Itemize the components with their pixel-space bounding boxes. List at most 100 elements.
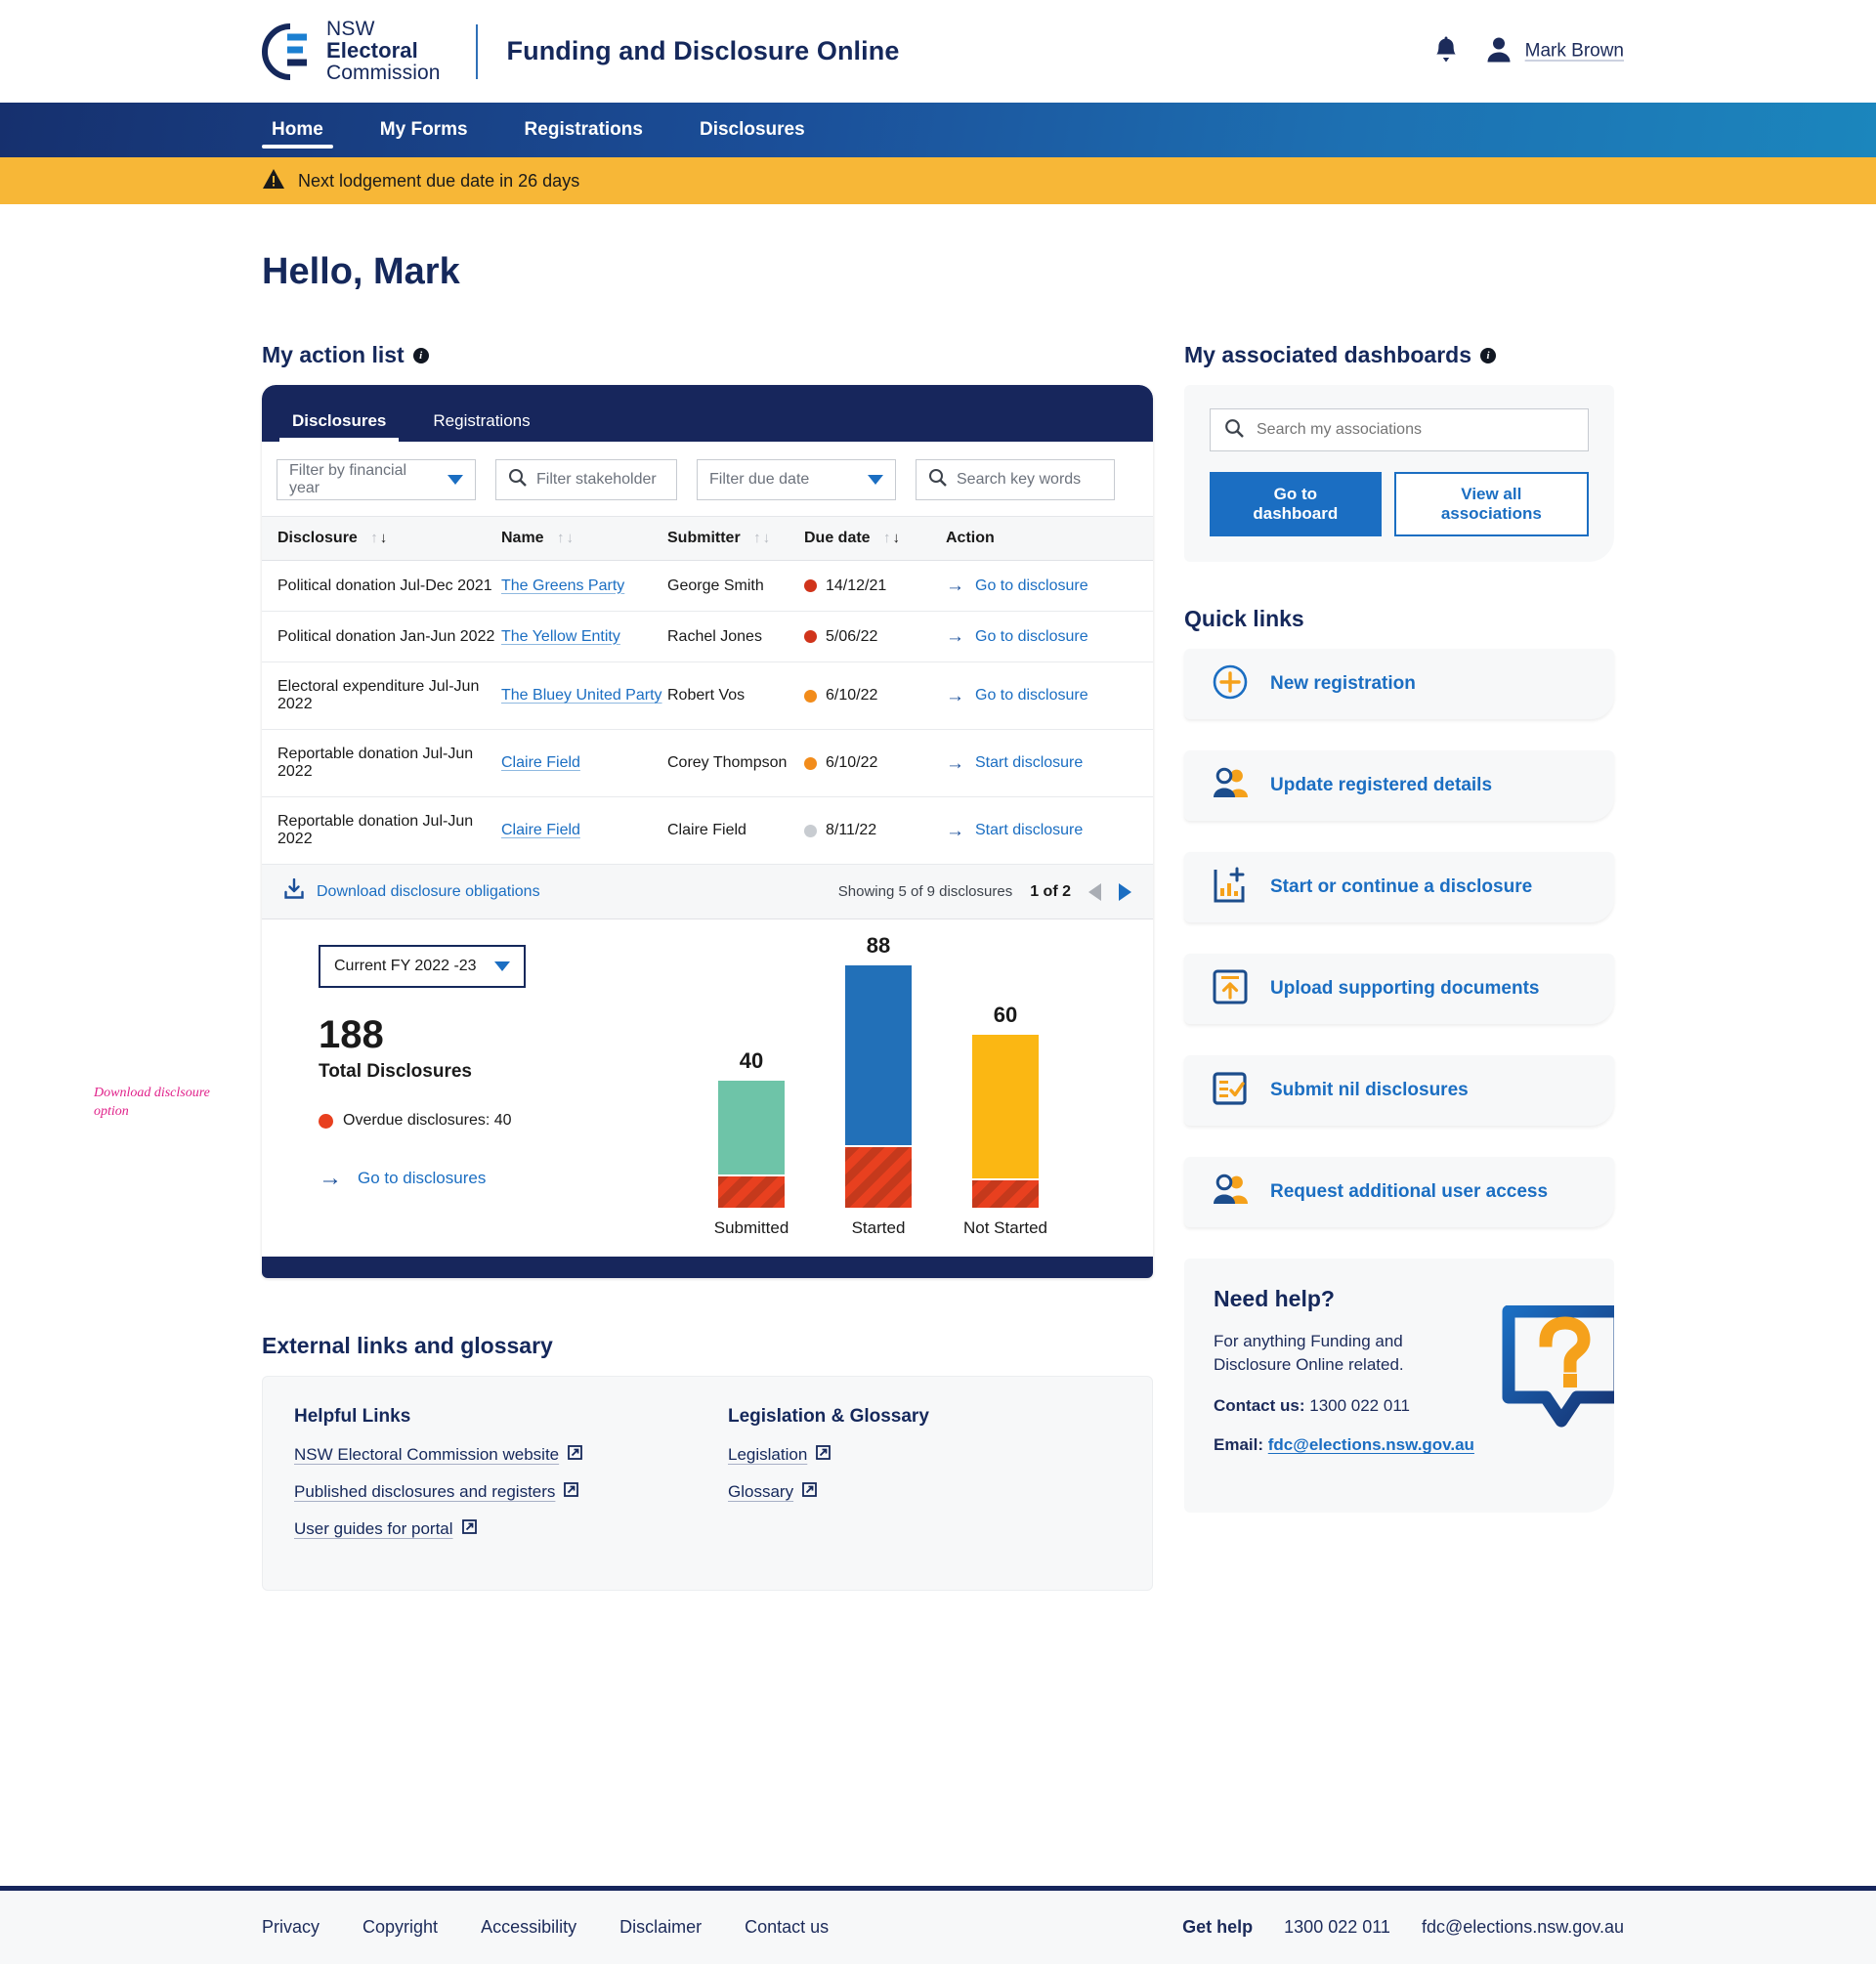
column-label-disclosure: Disclosure [277,530,358,546]
email-link[interactable]: fdc@elections.nsw.gov.au [1268,1435,1474,1454]
filter-stakeholder[interactable]: Filter stakeholder [495,459,677,500]
filter-financial-year[interactable]: Filter by financial year [277,459,476,500]
link-published-disclosures[interactable]: Published disclosures and registers [294,1482,579,1502]
quick-link-start-continue-disclosure[interactable]: Start or continue a disclosure [1184,852,1614,922]
cell-disclosure: Political donation Jul-Dec 2021 [262,560,501,612]
row-action-link[interactable]: → Go to disclosure [946,576,1153,595]
link-nsw-ec-website[interactable]: NSW Electoral Commission website [294,1445,583,1465]
footer-email[interactable]: fdc@elections.nsw.gov.au [1422,1917,1624,1938]
search-icon [928,468,947,491]
bell-icon[interactable] [1431,36,1461,67]
status-badge [804,824,817,837]
entity-link[interactable]: The Yellow Entity [501,628,620,645]
entity-link[interactable]: The Bluey United Party [501,687,662,704]
row-action-link[interactable]: → Start disclosure [946,822,1153,840]
arrow-right-icon: → [946,752,964,774]
link-legislation[interactable]: Legislation [728,1445,831,1465]
nav-item-registrations[interactable]: Registrations [515,103,653,157]
quick-link-new-registration[interactable]: New registration [1184,649,1614,719]
column-label-due-date: Due date [804,530,871,546]
total-disclosures-value: 188 [319,1013,384,1056]
footer-link-accessibility[interactable]: Accessibility [481,1917,576,1938]
bar-stack-started[interactable] [845,965,912,1208]
cell-action: → Start disclosure [946,796,1153,865]
bar-stack-not-started[interactable] [972,1035,1039,1208]
link-label: Glossary [728,1482,794,1501]
bar-group-submitted: 40 Submitted [714,1048,789,1238]
external-link-icon [461,1519,477,1539]
view-all-associations-button[interactable]: View all associations [1393,472,1589,536]
table-row: Reportable donation Jul-Jun 2022 Claire … [262,796,1153,865]
helpful-links-group: Helpful Links NSW Electoral Commission w… [294,1406,728,1557]
associations-buttons: Go to dashboard View all associations [1210,472,1589,536]
status-badge [804,579,817,592]
pagination: Showing 5 of 9 disclosures 1 of 2 [838,882,1131,901]
search-input[interactable] [1257,421,1574,439]
footer-contact: Get help 1300 022 011 fdc@elections.nsw.… [1182,1917,1624,1938]
column-header-due-date[interactable]: Due date ↑ ↓ [804,517,946,561]
external-link-icon [564,1482,579,1502]
total-disclosures-label: Total Disclosures [319,1061,472,1082]
filter-stakeholder-label: Filter stakeholder [536,471,657,488]
quick-link-submit-nil-disclosures[interactable]: Submit nil disclosures [1184,1055,1614,1126]
tab-disclosures[interactable]: Disclosures [279,411,400,442]
column-header-submitter[interactable]: Submitter ↑ ↓ [667,517,804,561]
row-action-link[interactable]: → Start disclosure [946,754,1153,773]
link-glossary[interactable]: Glossary [728,1482,817,1502]
triangle-right-icon[interactable] [1119,882,1131,901]
column-header-disclosure[interactable]: Disclosure ↑ ↓ [262,517,501,561]
tab-registrations[interactable]: Registrations [420,411,542,442]
download-disclosure-obligations-link[interactable]: Download disclosure obligations [283,877,540,905]
disclosures-table: Disclosure ↑ ↓ Name ↑ ↓ Submitter ↑ ↓ Du… [262,517,1153,865]
bar-label-started: Started [851,1218,906,1237]
status-badge [804,756,817,770]
filter-due-date[interactable]: Filter due date [697,459,896,500]
quick-link-request-additional-user-access[interactable]: Request additional user access [1184,1157,1614,1227]
filter-key-words[interactable]: Search key words [916,459,1115,500]
user-name[interactable]: Mark Brown [1525,41,1624,63]
bar-stack-submitted[interactable] [718,1081,785,1208]
go-to-disclosures-link[interactable]: → Go to disclosures [319,1167,608,1190]
bar-segment-overdue-started [845,1145,912,1208]
legislation-glossary-heading: Legislation & Glossary [728,1406,929,1427]
footer-link-privacy[interactable]: Privacy [262,1917,320,1938]
download-label: Download disclosure obligations [317,882,540,900]
triangle-left-icon[interactable] [1088,882,1101,901]
chevron-down-icon [448,475,463,485]
footer-link-contact-us[interactable]: Contact us [745,1917,829,1938]
nav-item-disclosures[interactable]: Disclosures [690,103,815,157]
need-help-body: For anything Funding and Disclosure Onli… [1214,1332,1404,1375]
sort-toggle-submitter[interactable]: ↑ ↓ [753,531,770,545]
cell-name: Claire Field [501,796,667,865]
row-action-link[interactable]: → Go to disclosure [946,627,1153,646]
footer-link-disclaimer[interactable]: Disclaimer [619,1917,702,1938]
info-icon[interactable]: i [412,347,429,363]
brand-logo[interactable]: NSW Electoral Commission [262,19,441,84]
table-row: Political donation Jan-Jun 2022 The Yell… [262,611,1153,662]
info-icon[interactable]: i [1480,347,1496,363]
sort-toggle-disclosure[interactable]: ↑ ↓ [370,531,387,545]
footer-get-help[interactable]: Get help [1182,1917,1253,1938]
footer-link-copyright[interactable]: Copyright [362,1917,438,1938]
site-header: NSW Electoral Commission Funding and Dis… [0,0,1876,103]
user-menu[interactable]: Mark Brown [1484,34,1624,68]
entity-link[interactable]: The Greens Party [501,577,624,594]
legislation-glossary-group: Legislation & Glossary Legislation Gloss… [728,1406,1121,1557]
cell-name: Claire Field [501,729,667,797]
column-header-name[interactable]: Name ↑ ↓ [501,517,667,561]
checklist-icon [1212,1070,1249,1112]
entity-link[interactable]: Claire Field [501,754,580,771]
quick-link-update-registered-details[interactable]: Update registered details [1184,750,1614,821]
associations-search-box[interactable] [1210,408,1589,451]
column-header-action: Action [946,517,1153,561]
quick-link-upload-supporting-documents[interactable]: Upload supporting documents [1184,954,1614,1024]
sort-toggle-due-date[interactable]: ↑ ↓ [883,531,900,545]
row-action-link[interactable]: → Go to disclosure [946,687,1153,705]
nav-item-home[interactable]: Home [262,103,333,157]
link-user-guides[interactable]: User guides for portal [294,1519,477,1539]
entity-link[interactable]: Claire Field [501,822,580,838]
nav-item-my-forms[interactable]: My Forms [370,103,478,157]
sort-toggle-name[interactable]: ↑ ↓ [557,531,574,545]
go-to-dashboard-button[interactable]: Go to dashboard [1210,472,1382,536]
financial-year-select[interactable]: Current FY 2022 -23 [319,945,526,988]
